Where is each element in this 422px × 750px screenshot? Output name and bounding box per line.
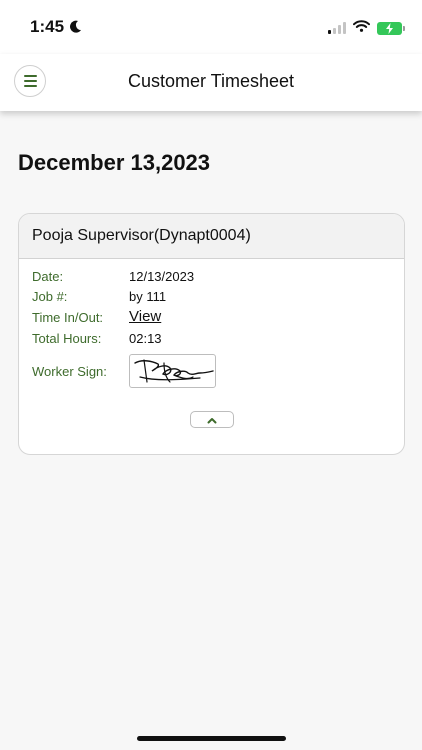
signal-icon [328,22,346,34]
time-label: Time In/Out: [32,310,104,325]
timesheet-card: Pooja Supervisor(Dynapt0004) Date: 12/13… [18,213,405,455]
moon-icon [70,20,82,38]
collapse-button[interactable] [190,411,234,428]
job-label: Job #: [32,289,68,304]
chevron-up-icon [207,411,217,429]
date-value: 12/13/2023 [129,269,195,284]
date-label: Date: [32,269,64,284]
worker-signature[interactable] [129,354,216,388]
wifi-icon [353,19,370,37]
app-header: Customer Timesheet [0,54,422,111]
card-title: Pooja Supervisor(Dynapt0004) [19,214,404,259]
page-title: Customer Timesheet [127,71,295,91]
job-value: by 111 [129,289,167,304]
battery-charging-icon [377,21,405,35]
status-icons [328,19,405,37]
hours-value: 02:13 [129,331,162,346]
status-time: 1:45 [30,17,65,36]
date-heading: December 13,2023 [18,150,211,175]
home-indicator [137,736,286,741]
sign-label: Worker Sign: [32,364,107,379]
hours-label: Total Hours: [32,331,102,346]
view-time-link[interactable]: View [129,308,161,325]
status-bar: 1:45 [0,0,422,54]
